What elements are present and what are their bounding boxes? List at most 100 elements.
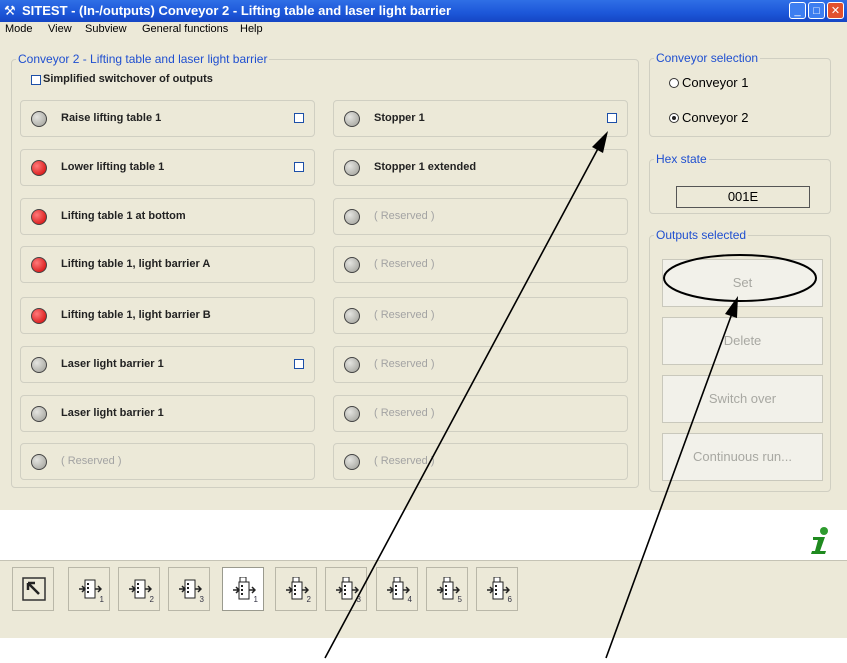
led-off-indicator [344, 308, 360, 324]
io-label: Lifting table 1, light barrier B [61, 309, 211, 321]
toolbar-button-7[interactable]: 3 [325, 567, 367, 611]
station-icon [129, 579, 152, 599]
output-select-checkbox[interactable] [294, 359, 304, 369]
toolbar-button-number: 1 [99, 595, 104, 604]
output-select-checkbox[interactable] [294, 162, 304, 172]
led-off-indicator [31, 454, 47, 470]
title-bar: ⚒ SITEST - (In-/outputs) Conveyor 2 - Li… [0, 0, 847, 22]
continuous-run-button[interactable]: Continuous run... [662, 433, 823, 481]
hex-state-group: Hex state 001E [649, 152, 831, 214]
io-label: ( Reserved ) [374, 210, 435, 222]
delete-button[interactable]: Delete [662, 317, 823, 365]
station-icon [179, 579, 202, 599]
toolbar-button-number: 1 [253, 595, 258, 604]
io-row-left-1: Raise lifting table 1 [20, 100, 315, 137]
toolbar-button-number: 6 [507, 595, 512, 604]
io-label: Lower lifting table 1 [61, 161, 165, 173]
io-row-right-8: ( Reserved ) [333, 443, 628, 480]
maximize-button[interactable]: □ [808, 2, 825, 19]
set-button[interactable]: Set [662, 259, 823, 307]
toolbar-button-10[interactable]: 6 [476, 567, 518, 611]
io-row-left-8: ( Reserved ) [20, 443, 315, 480]
menu-view[interactable]: View [48, 23, 72, 35]
toolbar: 1 2 3 1 2 3 4 5 6 [0, 560, 847, 639]
conveyor-icon [286, 577, 309, 600]
simplified-switchover-checkbox[interactable] [31, 75, 41, 85]
conveyor-1-radio[interactable] [669, 78, 679, 88]
output-select-checkbox[interactable] [294, 113, 304, 123]
led-off-indicator [344, 257, 360, 273]
io-row-right-3: ( Reserved ) [333, 198, 628, 235]
io-label: Laser light barrier 1 [61, 407, 164, 419]
outputs-selected-group: Outputs selected Set Delete Switch over … [649, 228, 831, 492]
conveyor-selection-legend: Conveyor selection [656, 51, 759, 65]
io-label: Laser light barrier 1 [61, 358, 164, 370]
io-label: ( Reserved ) [374, 407, 435, 419]
toolbar-button-9[interactable]: 5 [426, 567, 468, 611]
led-off-indicator [344, 454, 360, 470]
toolbar-button-number: 4 [407, 595, 412, 604]
io-row-left-3: Lifting table 1 at bottom [20, 198, 315, 235]
toolbar-button-number: 3 [199, 595, 204, 604]
toolbar-button-2[interactable]: 1 [68, 567, 110, 611]
conveyor-icon [336, 577, 359, 600]
conveyor-1-label[interactable]: Conveyor 1 [682, 75, 748, 90]
led-off-indicator [31, 406, 47, 422]
led-off-indicator [344, 111, 360, 127]
io-row-left-7: Laser light barrier 1 [20, 395, 315, 432]
io-label: Lifting table 1, light barrier A [61, 258, 211, 270]
window-title: SITEST - (In-/outputs) Conveyor 2 - Lift… [22, 3, 452, 18]
output-select-checkbox[interactable] [607, 113, 617, 123]
io-row-right-6: ( Reserved ) [333, 346, 628, 383]
io-label: ( Reserved ) [374, 309, 435, 321]
menu-help[interactable]: Help [240, 23, 263, 35]
led-off-indicator [344, 406, 360, 422]
toolbar-button-4[interactable]: 3 [168, 567, 210, 611]
close-button[interactable]: ✕ [827, 2, 844, 19]
led-on-indicator [31, 257, 47, 273]
conveyor-icon [233, 577, 256, 600]
toolbar-button-number: 2 [149, 595, 154, 604]
menu-mode[interactable]: Mode [5, 23, 33, 35]
outputs-selected-legend: Outputs selected [656, 228, 747, 242]
io-row-right-5: ( Reserved ) [333, 297, 628, 334]
switch-over-button[interactable]: Switch over [662, 375, 823, 423]
led-off-indicator [344, 209, 360, 225]
hex-state-legend: Hex state [656, 152, 707, 166]
app-icon: ⚒ [4, 3, 16, 18]
info-icon[interactable] [805, 526, 835, 556]
io-row-right-7: ( Reserved ) [333, 395, 628, 432]
menu-subview[interactable]: Subview [85, 23, 127, 35]
io-row-left-2: Lower lifting table 1 [20, 149, 315, 186]
led-on-indicator [31, 308, 47, 324]
simplified-switchover-label: Simplified switchover of outputs [43, 73, 213, 85]
io-label: ( Reserved ) [61, 455, 122, 467]
minimize-button[interactable]: _ [789, 2, 806, 19]
toolbar-button-6[interactable]: 2 [275, 567, 317, 611]
io-row-right-2: Stopper 1 extended [333, 149, 628, 186]
io-label: Stopper 1 [374, 112, 425, 124]
conveyor-2-radio[interactable] [669, 113, 679, 123]
menu-general-functions[interactable]: General functions [142, 23, 228, 35]
io-label: ( Reserved ) [374, 455, 435, 467]
toolbar-button-5[interactable]: 1 [222, 567, 264, 611]
pointer-arrow-icon [22, 577, 46, 601]
conveyor-icon [487, 577, 510, 600]
led-off-indicator [31, 357, 47, 373]
io-label: ( Reserved ) [374, 358, 435, 370]
io-row-right-1: Stopper 1 [333, 100, 628, 137]
led-off-indicator [344, 357, 360, 373]
conveyor-icon [387, 577, 410, 600]
toolbar-button-8[interactable]: 4 [376, 567, 418, 611]
io-label: Raise lifting table 1 [61, 112, 162, 124]
io-label: ( Reserved ) [374, 258, 435, 270]
toolbar-button-3[interactable]: 2 [118, 567, 160, 611]
toolbar-button-number: 2 [306, 595, 311, 604]
status-bar [0, 638, 847, 663]
led-on-indicator [31, 160, 47, 176]
conveyor-2-label[interactable]: Conveyor 2 [682, 110, 748, 125]
io-row-left-4: Lifting table 1, light barrier A [20, 246, 315, 283]
toolbar-button-1[interactable] [12, 567, 54, 611]
station-icon [79, 579, 102, 599]
menu-bar: Mode View Subview General functions Help [0, 22, 847, 38]
